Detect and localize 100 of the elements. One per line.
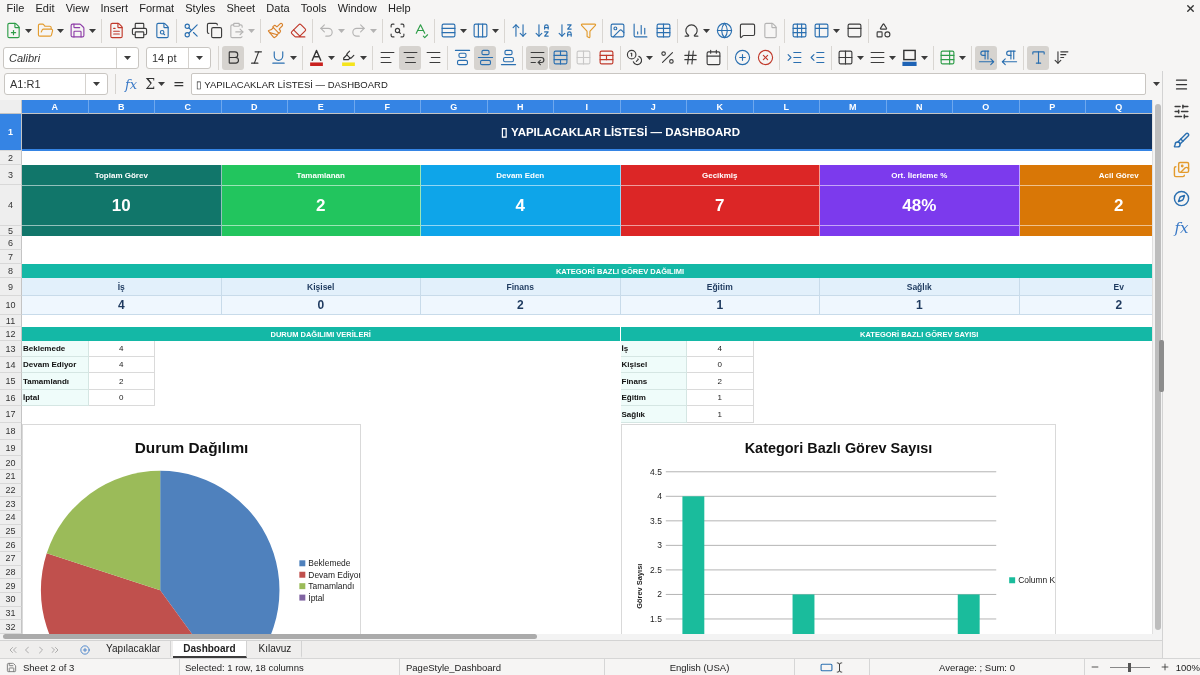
caret-icon (196, 55, 203, 60)
row-header[interactable]: 2 (0, 151, 22, 165)
row-header[interactable]: 4 (0, 185, 22, 226)
axis-tick-label: 4.5 (650, 466, 662, 477)
menu-item[interactable]: Styles (179, 1, 221, 16)
column-header[interactable]: H (487, 100, 554, 114)
column-header[interactable]: Q (1086, 100, 1152, 114)
row-header[interactable]: 3 (0, 165, 22, 185)
menu-item[interactable]: Data (260, 1, 296, 16)
menu-item[interactable]: File (1, 1, 30, 16)
globe-icon (715, 22, 733, 39)
menu-item[interactable]: Edit (29, 1, 61, 16)
column-header[interactable]: C (155, 100, 222, 114)
align-right-icon (424, 49, 442, 66)
text-direction-button[interactable] (1027, 45, 1049, 70)
row-header[interactable]: 9 (0, 278, 22, 296)
row-header[interactable]: 21 (0, 470, 22, 484)
formula-input[interactable]: ▯ YAPILACAKLAR LİSTESİ — DASHBOARD (190, 73, 1146, 95)
menu-item[interactable]: Tools (295, 1, 333, 16)
row-header[interactable]: 13 (0, 341, 22, 357)
align-bottom-icon (499, 49, 517, 66)
row-header[interactable]: 7 (0, 250, 22, 264)
row-header[interactable]: 11 (0, 315, 22, 327)
column-header[interactable]: P (1019, 100, 1086, 114)
align-center-button[interactable] (399, 45, 421, 70)
row-header[interactable]: 18 (0, 423, 22, 440)
functions-button[interactable]: fx (1172, 215, 1191, 241)
menu-item[interactable]: Insert (94, 1, 134, 16)
row-header[interactable]: 8 (0, 264, 22, 278)
row-header[interactable]: 26 (0, 538, 22, 552)
function-wizard-button[interactable]: fx (123, 74, 140, 94)
row-header[interactable]: 19 (0, 440, 22, 456)
axis-tick-label: 2.5 (650, 564, 662, 575)
table-icon (813, 22, 830, 39)
category-count: 2 (1019, 296, 1152, 315)
caret-icon (370, 28, 377, 33)
category-count: 2 (421, 296, 621, 315)
name-box[interactable]: A1:R1 (4, 73, 108, 95)
caret-icon (921, 55, 928, 60)
sheet-tab[interactable]: Dashboard (173, 641, 247, 658)
table-cell: İş (620, 341, 687, 357)
column-header[interactable]: E (288, 100, 355, 114)
chart-title: Kategori Bazlı Görev Sayısı (744, 439, 933, 456)
row-header[interactable]: 32 (0, 620, 22, 634)
grid-icon (790, 22, 808, 39)
row-header[interactable]: 23 (0, 497, 22, 511)
coins-icon (626, 49, 643, 66)
wrap-text-button[interactable] (526, 45, 548, 70)
sum-button[interactable]: Σ (143, 74, 168, 94)
bold-button[interactable] (222, 45, 244, 70)
row-header[interactable]: 17 (0, 406, 22, 423)
menu-item[interactable]: View (60, 1, 95, 16)
row-header[interactable]: 10 (0, 296, 22, 315)
column-header[interactable]: L (753, 100, 820, 114)
column-header[interactable]: G (421, 100, 488, 114)
row-header[interactable]: 29 (0, 579, 22, 593)
font-size-box[interactable]: 14 pt (146, 46, 211, 69)
merge-center-button[interactable] (549, 45, 571, 70)
chart-title: Durum Dağılımı (134, 438, 249, 456)
menu-item[interactable]: Sheet (220, 1, 261, 16)
table-cell: Tamamlandı (22, 373, 89, 390)
caret-icon (124, 55, 131, 60)
sidebar-handle[interactable] (1159, 340, 1164, 392)
column-header[interactable]: B (88, 100, 155, 114)
dashboard-title: ▯ YAPILACAKLAR LİSTESİ — DASHBOARD (22, 114, 1152, 151)
column-header[interactable]: F (354, 100, 421, 114)
left-to-right-button[interactable] (975, 45, 997, 70)
close-document-button[interactable] (1185, 3, 1196, 14)
selection-info: Selected: 1 row, 18 columns (185, 661, 304, 673)
menu-item[interactable]: Format (133, 1, 180, 16)
category-count: 1 (820, 296, 1020, 315)
font-name-box[interactable]: Calibri (3, 46, 139, 69)
page-icon (761, 22, 779, 39)
row-header[interactable]: 20 (0, 456, 22, 470)
caret-icon (460, 28, 467, 33)
align-middle-button[interactable] (474, 45, 496, 70)
column-header[interactable]: K (687, 100, 754, 114)
row-header[interactable]: 15 (0, 373, 22, 390)
table-cell: 4 (88, 357, 155, 373)
column-header[interactable]: I (554, 100, 621, 114)
row-header[interactable]: 12 (0, 327, 22, 341)
column-header[interactable]: J (620, 100, 687, 114)
row-header[interactable]: 6 (0, 236, 22, 250)
zoom-in-button[interactable] (1159, 662, 1170, 672)
row-header[interactable]: 1 (0, 114, 22, 151)
slider-thumb[interactable] (1128, 662, 1132, 672)
menu-item[interactable]: Window (332, 1, 383, 16)
menu-icon (1174, 76, 1189, 92)
formula-button[interactable]: = (171, 74, 187, 94)
column-header[interactable]: N (886, 100, 953, 114)
row-header[interactable]: 16 (0, 390, 22, 406)
column-header[interactable]: O (953, 100, 1020, 114)
column-header[interactable]: D (221, 100, 288, 114)
column-header[interactable]: A (22, 100, 89, 114)
column-header[interactable]: M (820, 100, 887, 114)
table-cell: Kişisel (620, 357, 687, 373)
menu-item[interactable]: Help (382, 1, 417, 16)
row-header[interactable]: 14 (0, 357, 22, 373)
table-cell: İptal (22, 390, 89, 406)
legend-swatch-icon (299, 560, 306, 567)
